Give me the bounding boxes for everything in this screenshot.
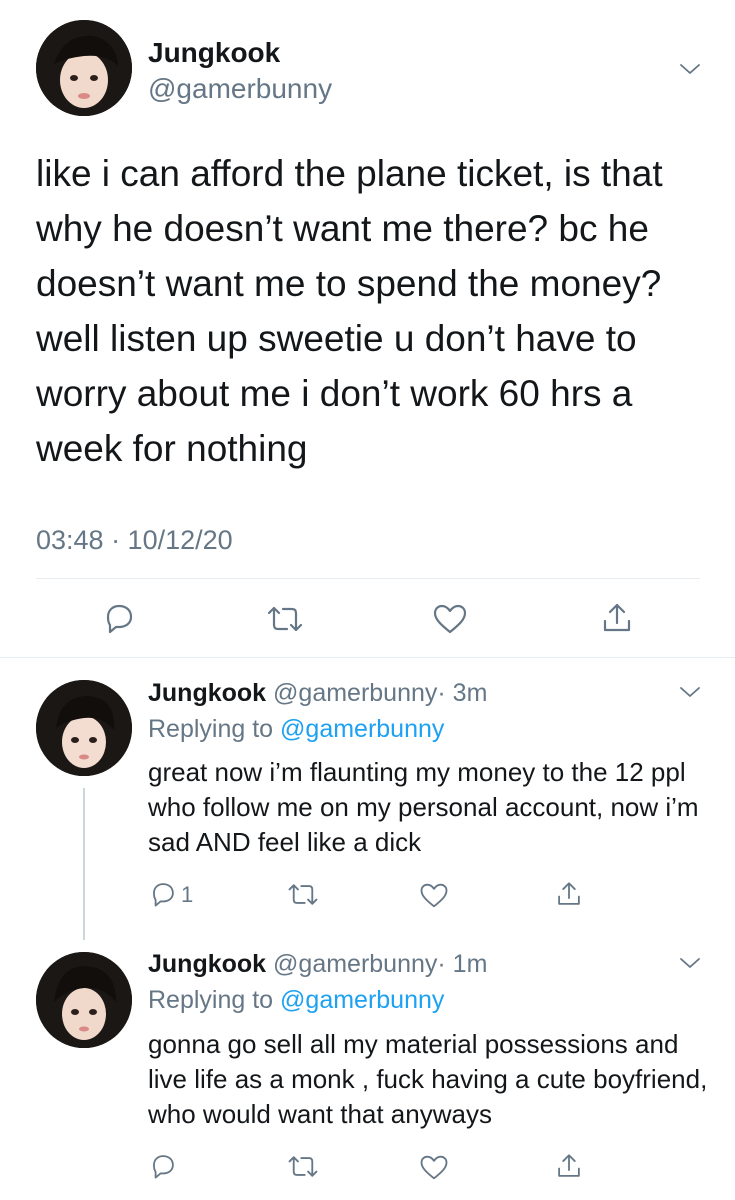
replying-to-handle[interactable]: @gamerbunny (280, 715, 444, 743)
like-icon[interactable] (419, 1154, 449, 1181)
retweet-icon[interactable] (286, 881, 320, 908)
reply-icon[interactable] (149, 880, 177, 908)
tweet-timestamp: 03:48 · 10/12/20 (36, 525, 233, 555)
share-icon[interactable] (555, 1151, 583, 1181)
reply-time[interactable]: · 1m (437, 950, 487, 978)
replying-to: Replying to @gamerbunny (148, 983, 444, 1017)
like-icon[interactable] (432, 603, 468, 635)
reply-header: Jungkook @gamerbunny· 1m (148, 947, 487, 981)
reply-count: 1 (181, 882, 194, 907)
replying-to-label: Replying to (148, 986, 274, 1014)
like-icon[interactable] (419, 882, 449, 909)
display-name[interactable]: Jungkook (148, 679, 266, 707)
replying-to: Replying to @gamerbunny (148, 712, 444, 746)
replying-to-label: Replying to (148, 715, 274, 743)
share-icon[interactable] (600, 601, 634, 635)
divider (36, 578, 700, 579)
reply-text: great now i’m flaunting my money to the … (148, 757, 699, 857)
tweet-text: like i can afford the plane ticket, is t… (36, 153, 663, 469)
reply-header: Jungkook @gamerbunny· 3m (148, 676, 487, 710)
avatar[interactable] (36, 952, 132, 1048)
display-name[interactable]: Jungkook (148, 36, 280, 70)
reply-text: gonna go sell all my material possession… (148, 1029, 708, 1129)
reply-icon[interactable] (102, 601, 136, 635)
chevron-down-icon[interactable] (678, 680, 702, 704)
user-handle[interactable]: @gamerbunny (148, 72, 332, 106)
avatar[interactable] (36, 680, 132, 776)
reply-time[interactable]: · 3m (437, 679, 487, 707)
user-handle[interactable]: @gamerbunny (273, 679, 437, 707)
retweet-icon[interactable] (265, 603, 305, 635)
divider (0, 657, 735, 658)
reply-icon[interactable] (149, 1152, 177, 1180)
thread-line (83, 788, 85, 940)
chevron-down-icon[interactable] (678, 951, 702, 975)
share-icon[interactable] (555, 879, 583, 909)
chevron-down-icon[interactable] (678, 57, 702, 81)
retweet-icon[interactable] (286, 1153, 320, 1180)
display-name[interactable]: Jungkook (148, 950, 266, 978)
user-handle[interactable]: @gamerbunny (273, 950, 437, 978)
avatar[interactable] (36, 20, 132, 116)
replying-to-handle[interactable]: @gamerbunny (280, 986, 444, 1014)
